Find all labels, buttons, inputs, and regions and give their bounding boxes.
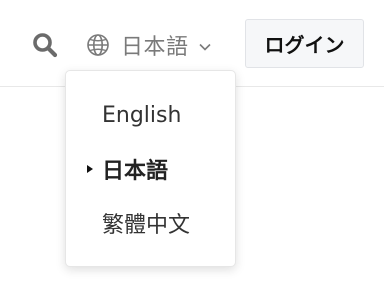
chevron-down-icon xyxy=(198,43,211,51)
language-option-traditional-chinese[interactable]: 繁體中文 xyxy=(66,201,235,245)
language-option-english[interactable]: English xyxy=(66,93,235,137)
globe-icon xyxy=(87,34,109,56)
search-icon xyxy=(33,33,58,58)
language-option-label: English xyxy=(102,102,182,128)
language-option-japanese[interactable]: 日本語 xyxy=(66,147,235,191)
language-option-label: 繁體中文 xyxy=(102,213,191,238)
selected-marker-icon xyxy=(87,165,93,173)
language-dropdown-menu: English 日本語 繁體中文 xyxy=(65,70,236,267)
search-button[interactable] xyxy=(30,30,60,60)
current-language-label: 日本語 xyxy=(121,35,189,60)
login-button[interactable]: ログイン xyxy=(245,19,364,68)
language-option-label: 日本語 xyxy=(102,159,169,184)
language-selector[interactable]: 日本語 xyxy=(86,28,211,62)
page: 日本語 ログイン English 日本語 繁體中文 xyxy=(0,0,384,300)
